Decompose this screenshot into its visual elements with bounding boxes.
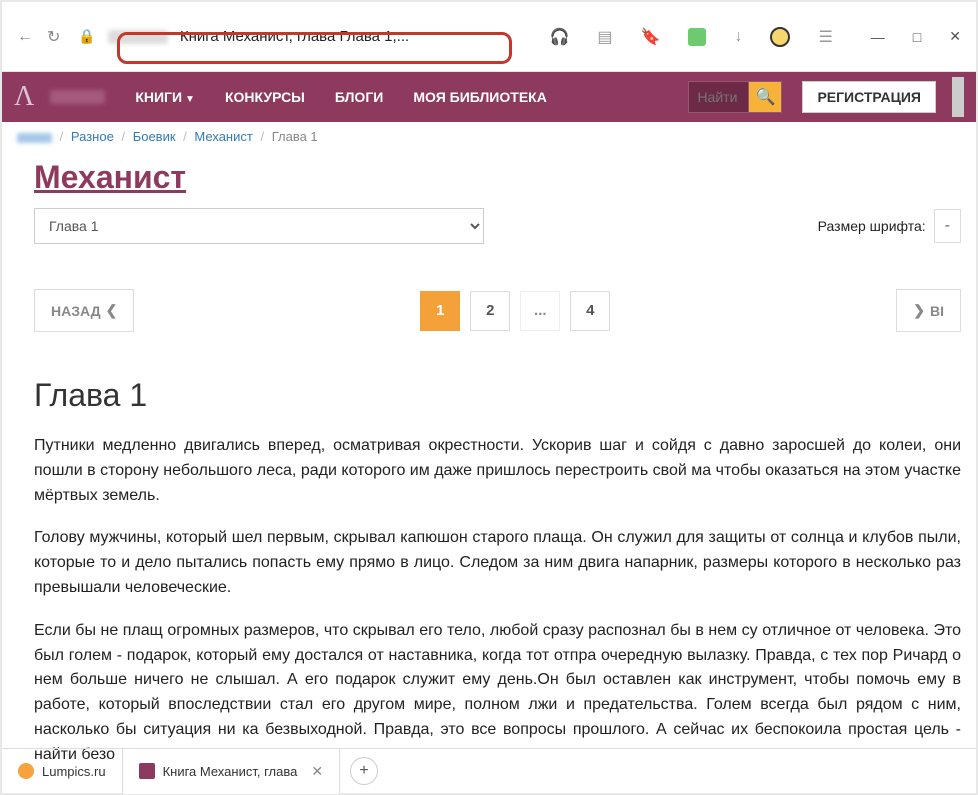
tab-label-2: Книга Механист, глава (163, 764, 298, 779)
header-scrollbar[interactable] (952, 77, 964, 117)
chevron-right-icon: ❯ (913, 302, 925, 319)
chapter-heading: Глава 1 (34, 377, 961, 414)
menu-icon[interactable]: ☰ (818, 27, 832, 47)
page-2[interactable]: 2 (470, 291, 510, 331)
site-header: Λ КНИГИ▼ КОНКУРСЫ БЛОГИ МОЯ БИБЛИОТЕКА 🔍… (2, 72, 976, 122)
search-button[interactable]: 🔍 (748, 81, 782, 113)
extension-icon[interactable] (688, 28, 706, 46)
nav-books[interactable]: КНИГИ▼ (125, 89, 205, 105)
tab-lumpics[interactable]: Lumpics.ru (2, 749, 123, 794)
maximize-icon[interactable]: □ (913, 29, 921, 45)
minimize-icon[interactable]: ― (871, 29, 885, 45)
headphones-icon[interactable]: 🎧 (549, 27, 569, 47)
lock-icon: 🔒 (78, 28, 95, 45)
search-input[interactable] (688, 81, 748, 113)
breadcrumb-book[interactable]: Механист (194, 129, 252, 144)
browser-tab-bar: Lumpics.ru Книга Механист, глава ✕ + (2, 748, 976, 793)
next-button[interactable]: ❯ ВІ (896, 289, 961, 332)
next-label: ВІ (930, 303, 944, 319)
breadcrumb-cat1[interactable]: Разное (71, 129, 114, 144)
profile-avatar-icon[interactable] (770, 27, 790, 47)
chapter-select[interactable]: Глава 1 (34, 208, 484, 244)
paragraph-2: Голову мужчины, который шел первым, скры… (34, 526, 961, 600)
back-arrow-icon[interactable]: ← (17, 28, 33, 46)
bookmark-icon[interactable]: 🔖 (641, 27, 661, 47)
pagination: 1 2 ... 4 (420, 291, 610, 331)
main-content: Механист Глава 1 Размер шрифта: - НАЗАД ❮… (2, 159, 976, 768)
tab-label-1: Lumpics.ru (42, 764, 106, 779)
font-size-minus[interactable]: - (934, 209, 961, 243)
font-size-label: Размер шрифта: (818, 218, 926, 234)
prev-label: НАЗАД (51, 303, 101, 319)
reader-mode-icon[interactable]: ▤ (597, 27, 612, 47)
site-logo[interactable]: Λ (14, 81, 34, 113)
search-icon: 🔍 (755, 87, 775, 107)
tab-book[interactable]: Книга Механист, глава ✕ (123, 749, 341, 794)
chevron-left-icon: ❮ (106, 302, 118, 319)
page-1[interactable]: 1 (420, 291, 460, 331)
nav-books-label: КНИГИ (135, 89, 182, 105)
page-ellipsis: ... (520, 291, 560, 331)
url-host-blurred (108, 30, 168, 44)
reload-icon[interactable]: ↻ (47, 27, 60, 47)
tab-close-icon[interactable]: ✕ (311, 763, 323, 780)
tab-favicon-2 (139, 763, 155, 779)
paragraph-3: Если бы не плащ огромных размеров, что с… (34, 619, 961, 768)
book-title[interactable]: Механист (34, 159, 961, 196)
tab-favicon-1 (18, 763, 34, 779)
page-4[interactable]: 4 (570, 291, 610, 331)
address-page-title[interactable]: Книга Механист, глава Глава 1,... (180, 28, 409, 45)
breadcrumb-current: Глава 1 (272, 129, 318, 144)
prev-button[interactable]: НАЗАД ❮ (34, 289, 134, 332)
breadcrumb-cat2[interactable]: Боевик (133, 129, 176, 144)
new-tab-button[interactable]: + (350, 757, 378, 785)
site-name-blurred (50, 90, 105, 104)
register-button[interactable]: РЕГИСТРАЦИЯ (802, 81, 936, 113)
nav-contests[interactable]: КОНКУРСЫ (215, 89, 315, 105)
caret-down-icon: ▼ (185, 94, 195, 105)
nav-library[interactable]: МОЯ БИБЛИОТЕКА (403, 89, 556, 105)
paragraph-1: Путники медленно двигались вперед, осмат… (34, 434, 961, 508)
nav-blogs[interactable]: БЛОГИ (325, 89, 393, 105)
close-window-icon[interactable]: ✕ (949, 28, 961, 45)
breadcrumb: / Разное / Боевик / Механист / Глава 1 (2, 122, 976, 151)
download-icon[interactable]: ↓ (734, 28, 742, 46)
browser-toolbar: ← ↻ 🔒 Книга Механист, глава Глава 1,... … (2, 2, 976, 72)
breadcrumb-root-blurred[interactable] (17, 133, 52, 143)
